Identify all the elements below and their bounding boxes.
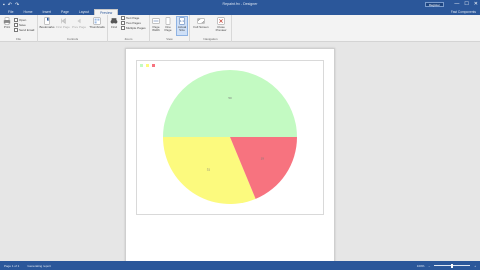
multiple-pages-item[interactable]: Multiple Pages [121, 26, 146, 30]
thumbnails-button[interactable]: Thumbnails [89, 17, 105, 29]
page-width-label: Page Width [152, 25, 160, 33]
status-info: Generating report [27, 263, 51, 268]
close-preview-label: Close Preview [215, 25, 227, 33]
full-screen-label: Full Screen [193, 25, 209, 29]
pie-chart: 50 31 19 [163, 70, 297, 204]
text-page-label: Text Page [126, 16, 140, 20]
open-label: Open [19, 18, 27, 22]
zoom-out-icon[interactable]: − [428, 264, 430, 268]
title-bar: ▪ ↶ ↷ Repaint.frx - Designer Register — … [0, 0, 480, 9]
svg-text:1:1: 1:1 [180, 19, 184, 23]
send-email-label: Send Email [19, 28, 35, 32]
group-label-zoom: Zoom [124, 37, 133, 41]
find-button[interactable]: Find [110, 17, 118, 29]
zoom-controls: 100% − + [417, 261, 476, 270]
send-email-checkbox[interactable] [14, 28, 18, 32]
group-label-file: File [16, 37, 21, 41]
actual-size-icon: 1:1 [179, 17, 185, 25]
window-controls: — ☐ ✕ [454, 1, 478, 7]
window-title: Repaint.frx - Designer [222, 2, 258, 6]
group-navigation: Full Screen Close Preview Navigation [190, 15, 232, 42]
register-button[interactable]: Register [424, 1, 444, 7]
status-bar: Page 1 of 1 Generating report 100% − + [0, 261, 480, 270]
two-pages-checkbox[interactable] [121, 21, 125, 25]
save-item[interactable]: Save [14, 23, 26, 27]
maximize-icon[interactable]: ☐ [464, 1, 468, 7]
page-indicator: Page 1 of 1 [4, 263, 20, 268]
close-preview-button[interactable]: Close Preview [212, 17, 230, 33]
two-pages-item[interactable]: Two Pages [121, 21, 141, 25]
text-page-checkbox[interactable] [121, 16, 125, 20]
report-page: 50 31 19 [125, 48, 335, 261]
first-page-label: First Page [56, 25, 70, 29]
page-width-button[interactable]: Page Width [151, 17, 161, 33]
group-label-controls: Controls [66, 37, 79, 41]
multiple-pages-checkbox[interactable] [121, 26, 125, 30]
print-button[interactable]: Print [2, 17, 12, 29]
actual-size-button[interactable]: 1:1 Actual Size [176, 16, 188, 36]
first-page-icon [61, 17, 66, 25]
bookmarks-label: Bookmarks [39, 25, 55, 29]
open-item[interactable]: Open [14, 18, 26, 22]
group-label-view: View [166, 37, 173, 41]
printer-icon [3, 17, 11, 25]
bookmarks-icon [44, 17, 50, 25]
open-checkbox[interactable] [14, 18, 18, 22]
pie-data-label-1: 50 [228, 96, 232, 100]
bookmarks-button[interactable]: Bookmarks [39, 17, 55, 29]
thumbnails-icon [93, 17, 101, 25]
group-controls: Bookmarks First Page Prev Page Thumbnail… [38, 15, 108, 42]
pie-chart-frame[interactable]: 50 31 19 [136, 60, 324, 215]
minimize-icon[interactable]: — [454, 1, 459, 7]
close-preview-icon [217, 17, 225, 25]
page-width-icon [152, 18, 160, 24]
one-page-label: One Page [164, 25, 172, 33]
ribbon: Print Open Save Send Email File Bookmark… [0, 15, 480, 42]
one-page-icon [165, 17, 171, 25]
group-zoom: Find Text Page Two Pages Multiple Pages … [108, 15, 150, 42]
group-view: Page Width One Page 1:1 Actual Size View [150, 15, 190, 42]
text-page-item[interactable]: Text Page [121, 16, 139, 20]
find-label: Find [111, 25, 117, 29]
prev-page-button[interactable]: Prev Page [72, 17, 86, 29]
two-pages-label: Two Pages [126, 21, 141, 25]
first-page-button[interactable]: First Page [56, 17, 70, 29]
send-email-item[interactable]: Send Email [14, 28, 34, 32]
binoculars-icon [110, 18, 118, 24]
preview-workspace[interactable]: 50 31 19 [0, 42, 480, 261]
full-screen-button[interactable]: Full Screen [192, 17, 210, 29]
pie-slice-1[interactable] [163, 70, 297, 137]
one-page-button[interactable]: One Page [163, 17, 173, 33]
print-label: Print [3, 25, 11, 29]
multiple-pages-label: Multiple Pages [126, 26, 146, 30]
save-checkbox[interactable] [14, 23, 18, 27]
prev-page-label: Prev Page [72, 25, 87, 29]
thumbnails-label: Thumbnails [89, 25, 105, 29]
actual-size-label: Actual Size [177, 25, 187, 33]
save-label: Save [19, 23, 26, 27]
close-icon[interactable]: ✕ [474, 1, 478, 7]
fullscreen-icon [197, 18, 205, 24]
group-file: Print Open Save Send Email File [0, 15, 38, 42]
group-label-navigation: Navigation [203, 37, 218, 41]
prev-page-icon [77, 18, 81, 24]
pie-data-label-3: 19 [261, 157, 265, 161]
zoom-in-icon[interactable]: + [474, 264, 476, 268]
zoom-value: 100% [416, 263, 425, 268]
pie-data-label-2: 31 [207, 167, 211, 171]
zoom-slider[interactable] [434, 263, 471, 268]
zoom-slider-knob[interactable] [451, 263, 453, 268]
